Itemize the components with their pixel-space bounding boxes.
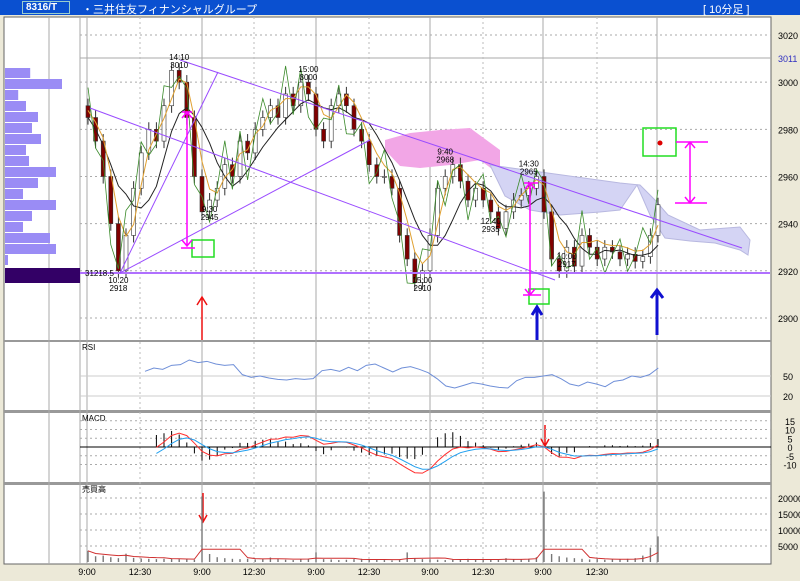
price-tick-label: 2980 <box>778 125 798 135</box>
time-tick-label: 9:00 <box>421 567 439 577</box>
candle-body <box>503 211 509 229</box>
candle-body <box>169 70 174 107</box>
profile-bar <box>5 233 50 243</box>
price-tick-label: 2960 <box>778 172 798 182</box>
candle-body <box>579 235 585 267</box>
candle-body <box>602 246 608 260</box>
profile-bar <box>5 134 41 144</box>
candle-body <box>321 129 326 142</box>
time-tick-label: 12:30 <box>243 567 266 577</box>
profile-bar <box>5 167 56 177</box>
volume-tick-label: 5000 <box>778 542 798 552</box>
annotation-price: 2965 <box>520 167 538 176</box>
profile-bar <box>5 112 38 122</box>
macd-label: MACD <box>82 414 106 423</box>
price-tick-label: 2900 <box>778 314 798 324</box>
candle-body <box>85 105 91 118</box>
annotation-price: 2918 <box>110 284 128 293</box>
time-tick-label: 12:30 <box>472 567 495 577</box>
rsi-label: RSI <box>82 343 95 352</box>
annotation-price: 2945 <box>201 213 219 222</box>
time-tick-label: 9:00 <box>534 567 552 577</box>
time-tick-label: 9:00 <box>78 567 96 577</box>
annotation-price: 2917 <box>558 260 576 269</box>
candle-body <box>442 176 448 189</box>
volume-tick-label: 10000 <box>778 526 800 536</box>
candle-body <box>298 81 304 107</box>
annotation-price: 3000 <box>300 73 318 82</box>
candle-body <box>123 235 129 272</box>
pane-divider <box>4 482 771 485</box>
annotation-price: 2935 <box>482 225 500 234</box>
profile-bar <box>5 90 19 100</box>
candle-body <box>366 140 372 165</box>
candle-body <box>397 187 402 236</box>
profile-bar <box>5 145 26 155</box>
price-tick-label: 2920 <box>778 267 798 277</box>
target-dot <box>657 140 663 146</box>
support-label: 31218.5 <box>85 269 114 278</box>
price-tick-label: 2940 <box>778 220 798 230</box>
price-marker-label: 3011 <box>778 54 797 64</box>
annotation-price: 3010 <box>170 61 188 70</box>
profile-bar <box>5 178 38 188</box>
candle-body <box>404 235 410 260</box>
candle-body <box>625 253 630 260</box>
profile-bar <box>5 79 62 89</box>
profile-bar <box>5 222 23 232</box>
profile-bar <box>5 200 56 210</box>
time-tick-label: 9:00 <box>193 567 211 577</box>
profile-bar <box>5 189 23 199</box>
profile-bar <box>5 156 29 166</box>
annotation-price: 2968 <box>436 155 454 164</box>
candle-body <box>237 140 243 177</box>
profile-bar <box>5 255 8 265</box>
candle-body <box>488 199 494 213</box>
time-tick-label: 12:30 <box>586 567 609 577</box>
pane-divider <box>4 340 771 342</box>
rsi-tick-label: 20 <box>783 392 793 402</box>
stock-chart: 14:103010 15:0030009:30294510:20291815:00… <box>3 16 800 577</box>
candle-body <box>283 93 288 118</box>
profile-bar-max <box>5 268 80 283</box>
candle-body <box>640 256 646 262</box>
macd-tick-label: -10 <box>783 461 796 471</box>
pane-divider <box>4 410 771 413</box>
candle-body <box>131 187 136 236</box>
candle-body <box>268 105 273 118</box>
profile-bar <box>5 211 32 221</box>
volume-tick-label: 20000 <box>778 494 800 504</box>
profile-bar <box>5 68 31 78</box>
price-tick-label: 3020 <box>778 31 798 41</box>
annotation-price: 2910 <box>414 284 432 293</box>
profile-bar <box>5 244 56 254</box>
volume-label: 売買高 <box>82 484 106 494</box>
rsi-tick-label: 50 <box>783 372 793 382</box>
profile-bar <box>5 123 32 133</box>
candle-body <box>587 235 592 248</box>
profile-bar <box>5 101 26 111</box>
price-tick-label: 3000 <box>778 78 798 88</box>
candle-body <box>617 251 623 260</box>
time-tick-label: 12:30 <box>358 567 381 577</box>
candle-body <box>382 176 387 178</box>
volume-tick-label: 15000 <box>778 510 800 520</box>
time-tick-label: 9:00 <box>307 567 325 577</box>
time-tick-label: 12:30 <box>129 567 152 577</box>
